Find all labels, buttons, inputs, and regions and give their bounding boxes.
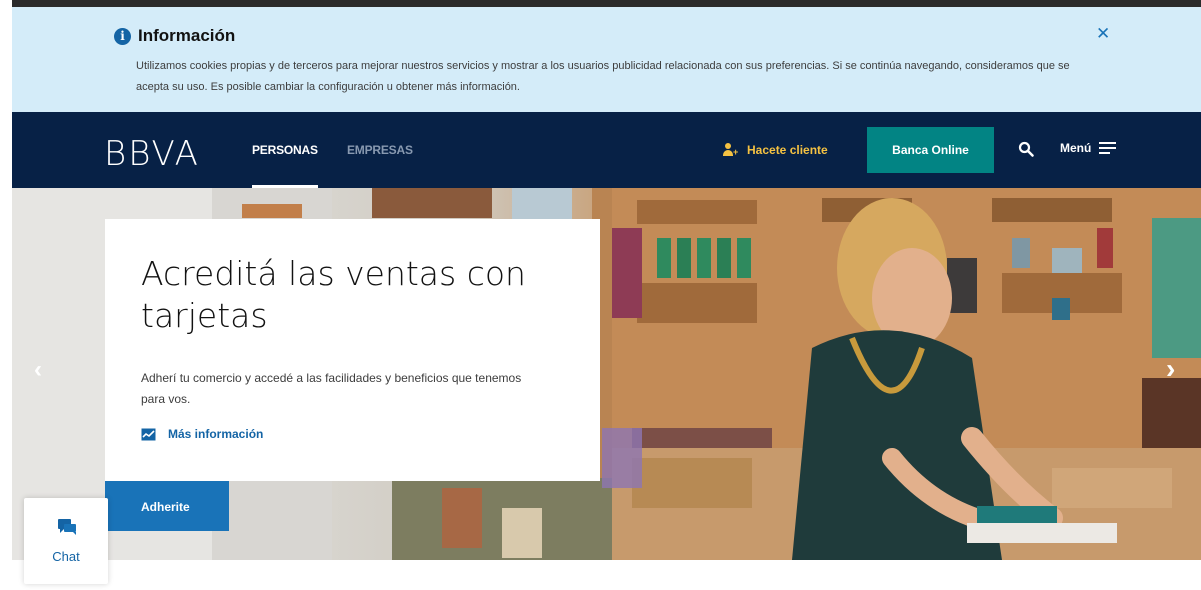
close-icon[interactable]: ✕ (1096, 24, 1110, 44)
nav-tab-personas[interactable]: PERSONAS (252, 143, 318, 157)
chat-widget[interactable]: Chat (24, 498, 108, 584)
hero-description: Adherí tu comercio y accedé a las facili… (141, 371, 522, 406)
chat-icon (58, 519, 76, 535)
user-plus-icon: + (723, 143, 739, 157)
bbva-logo[interactable]: BBVA (104, 134, 200, 174)
menu-button[interactable]: Menú (1060, 141, 1117, 155)
chart-icon (141, 428, 156, 440)
carousel-prev-arrow[interactable]: ‹ (34, 356, 42, 384)
mas-informacion-link[interactable]: Más información (141, 427, 263, 441)
hamburger-icon (1099, 142, 1117, 154)
info-icon: i (114, 27, 131, 45)
search-icon[interactable] (1018, 141, 1034, 157)
hacete-cliente-link[interactable]: + Hacete cliente (723, 143, 828, 157)
cookie-banner-title: Información (138, 26, 236, 45)
chat-label: Chat (52, 549, 80, 564)
hacete-cliente-label: Hacete cliente (747, 143, 828, 157)
cookie-banner-header: i Información (114, 26, 235, 46)
banca-online-button[interactable]: Banca Online (867, 127, 994, 173)
hero-promo-card: Acreditá las ventas con tarjetas Adherí … (105, 219, 600, 481)
hero-title: Acreditá las ventas con tarjetas (141, 254, 526, 335)
cookie-banner: i Información Utilizamos cookies propias… (12, 7, 1201, 112)
menu-label: Menú (1060, 141, 1092, 155)
browser-top-edge (12, 0, 1201, 7)
carousel-next-arrow[interactable]: › (1166, 353, 1175, 385)
mas-informacion-label: Más información (168, 427, 264, 441)
nav-tab-empresas[interactable]: EMPRESAS (347, 143, 413, 157)
main-navbar: BBVA PERSONAS EMPRESAS + Hacete cliente … (12, 112, 1201, 188)
cookie-banner-text: Utilizamos cookies propias y de terceros… (136, 60, 1070, 93)
adherite-button[interactable]: Adherite (105, 481, 229, 531)
